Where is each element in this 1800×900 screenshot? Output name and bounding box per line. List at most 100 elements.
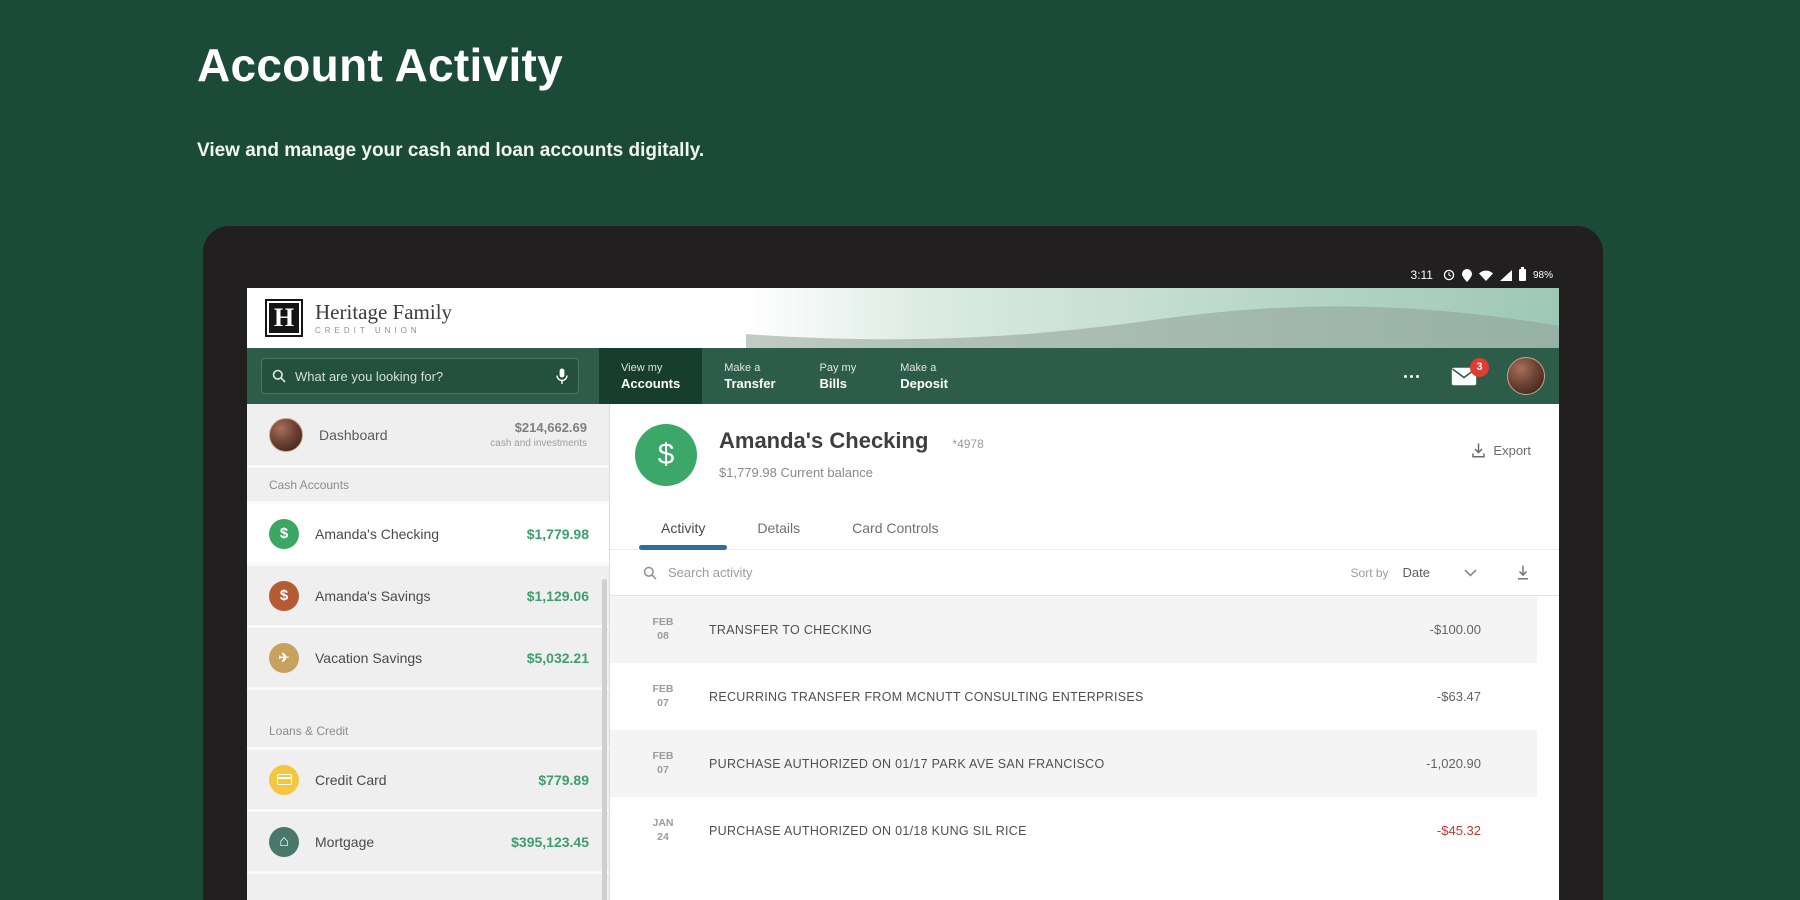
cellular-signal-icon [1499,269,1512,281]
search-icon [643,566,657,580]
sidebar-scrollbar[interactable] [602,579,607,900]
dollar-icon: $ [269,518,299,549]
account-detail-pane: $ Amanda's Checking *4978 $1,779.98 Curr… [610,404,1559,900]
activity-filter-row: Sort by Date [610,550,1559,596]
account-balance: $779.89 [538,771,589,788]
sort-by-label: Sort by [1350,565,1389,580]
account-name: Vacation Savings [315,649,423,666]
dashboard-label: Dashboard [319,426,388,443]
nav-item-view-accounts[interactable]: View my Accounts [599,348,703,404]
nav-item-make-transfer[interactable]: Make a Transfer [702,348,797,404]
chevron-down-icon[interactable] [1464,568,1477,577]
nav-label-line1: View my [621,361,663,374]
messages-button[interactable]: 3 [1451,357,1489,386]
current-balance: $1,779.98 Current balance [719,465,873,480]
table-row[interactable]: FEB 07 RECURRING TRANSFER FROM MCNUTT CO… [610,663,1537,730]
wifi-icon [1478,270,1493,281]
sort-by-value: Date [1402,565,1430,580]
microphone-icon[interactable] [556,368,568,385]
account-name: Amanda's Checking [315,525,440,542]
txn-description: TRANSFER TO CHECKING [709,622,873,637]
nav-label-line2: Transfer [724,375,776,391]
brand-monogram-icon: H [265,299,303,337]
avatar [269,417,303,452]
dashboard-total: $214,662.69 [514,420,587,435]
table-row[interactable]: JAN 24 PURCHASE AUTHORIZED ON 01/18 KUNG… [610,797,1537,864]
table-row[interactable]: FEB 07 PURCHASE AUTHORIZED ON 01/17 PARK… [610,730,1537,797]
nav-items: View my Accounts Make a Transfer Pay my … [599,348,970,404]
download-activity-button[interactable] [1517,565,1529,580]
brand-name: Heritage Family [315,300,453,325]
tab-details[interactable]: Details [731,510,826,549]
txn-month: JAN [652,816,674,829]
primary-navbar: View my Accounts Make a Transfer Pay my … [247,348,1559,404]
alarm-icon [1443,269,1455,281]
sort-by-control[interactable]: Sort by Date [1351,565,1477,580]
txn-description: RECURRING TRANSFER FROM MCNUTT CONSULTIN… [709,689,1144,704]
transaction-list: FEB 08 TRANSFER TO CHECKING -$100.00 FEB… [610,596,1559,900]
android-status-bar: 3:11 98% [247,262,1559,288]
account-mask: *4978 [952,437,984,451]
profile-avatar[interactable] [1507,357,1545,395]
sidebar-item-dashboard[interactable]: Dashboard $214,662.69 cash and investmen… [247,404,609,468]
nav-label-line1: Make a [900,361,937,374]
app-screen: 3:11 98% H Heritage Family CREDIT UNION … [247,262,1559,900]
nav-label-line2: Accounts [621,375,681,391]
page-title: Account Activity [197,39,564,91]
section-loans-credit: Loans & Credit [247,714,609,750]
nav-label-line1: Pay my [819,361,857,374]
account-balance: $1,129.06 [526,587,589,604]
nav-item-make-deposit[interactable]: Make a Deposit [878,348,970,404]
txn-amount: -1,020.90 [1426,756,1481,771]
sidebar-item-amandas-savings[interactable]: $ Amanda's Savings $1,129.06 [247,566,609,628]
export-icon [1472,443,1486,458]
account-title: Amanda's Checking [719,428,929,453]
txn-description: PURCHASE AUTHORIZED ON 01/17 PARK AVE SA… [709,756,1105,771]
account-balance: $395,123.45 [511,833,589,850]
page-subtitle: View and manage your cash and loan accou… [197,140,705,161]
txn-day: 07 [657,763,669,776]
account-name: Amanda's Savings [315,587,431,604]
sidebar-item-vacation-savings[interactable]: ✈ Vacation Savings $5,032.21 [247,628,609,690]
account-balance: $1,779.98 [526,525,589,542]
tab-card-controls[interactable]: Card Controls [826,510,964,549]
table-row[interactable]: FEB 08 TRANSFER TO CHECKING -$100.00 [610,596,1537,663]
header-wave-graphic [745,288,1559,348]
account-name: Mortgage [315,833,375,850]
account-header: $ Amanda's Checking *4978 $1,779.98 Curr… [610,404,1559,486]
battery-percent: 98% [1532,269,1553,281]
battery-icon [1518,267,1526,281]
brand-logo[interactable]: H Heritage Family CREDIT UNION [247,299,452,337]
section-cash-accounts: Cash Accounts [247,468,609,504]
dollar-icon: $ [269,580,299,611]
app-body: Dashboard $214,662.69 cash and investmen… [247,404,1559,900]
tab-activity[interactable]: Activity [635,510,731,550]
sidebar-item-mortgage[interactable]: ⌂ Mortgage $395,123.45 [247,812,609,874]
navbar-right: 3 [1402,348,1559,404]
txn-amount: -$45.32 [1436,823,1481,838]
more-options-icon[interactable] [1402,369,1421,384]
sidebar-item-amandas-checking[interactable]: $ Amanda's Checking $1,779.98 [247,504,609,566]
home-icon: ⌂ [269,826,299,857]
txn-month: FEB [652,615,674,628]
txn-month: FEB [652,749,674,762]
nav-item-pay-bills[interactable]: Pay my Bills [798,348,879,404]
dollar-icon: $ [635,424,697,486]
status-time: 3:11 [1410,268,1433,282]
plane-icon: ✈ [269,642,299,673]
txn-amount: -$100.00 [1429,622,1481,637]
location-icon [1461,268,1472,282]
app-header: H Heritage Family CREDIT UNION [247,288,1559,348]
search-icon [272,369,286,383]
global-search-input[interactable] [295,368,547,384]
activity-search-input[interactable] [668,565,968,580]
txn-month: FEB [652,682,674,695]
global-search-box[interactable] [261,358,579,394]
card-icon [269,764,299,795]
export-button[interactable]: Export [1472,438,1531,462]
nav-label-line2: Bills [819,375,848,391]
sidebar-item-credit-card[interactable]: Credit Card $779.89 [247,750,609,812]
brand-tagline: CREDIT UNION [315,325,421,335]
nav-label-line1: Make a [724,361,761,374]
txn-description: PURCHASE AUTHORIZED ON 01/18 KUNG SIL RI… [709,823,1027,838]
